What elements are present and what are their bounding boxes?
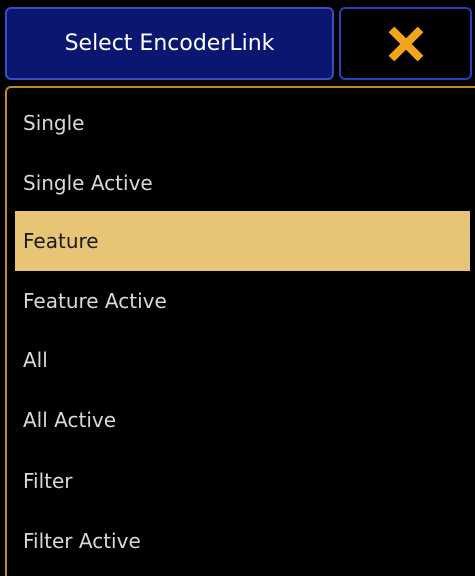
option-label: All [23,348,48,372]
dialog-title: Select EncoderLink [5,7,334,80]
option-feature-active[interactable]: Feature Active [15,271,470,331]
option-label: Single Active [23,171,153,195]
option-filter-active[interactable]: Filter Active [15,511,470,571]
close-x-icon [388,26,424,62]
option-feature[interactable]: Feature [15,211,470,271]
option-label: Feature [23,229,99,253]
close-button[interactable] [339,7,472,80]
option-filter[interactable]: Filter [15,451,470,511]
dialog-title-text: Select EncoderLink [64,31,275,56]
option-label: Filter [23,469,73,493]
option-all[interactable]: All [15,330,470,390]
option-single[interactable]: Single [15,93,470,153]
option-label: All Active [23,408,117,432]
option-all-active[interactable]: All Active [15,390,470,450]
option-label: Single [23,111,85,135]
option-label: Filter Active [23,529,141,553]
option-single-active[interactable]: Single Active [15,153,470,213]
option-label: Feature Active [23,289,167,313]
